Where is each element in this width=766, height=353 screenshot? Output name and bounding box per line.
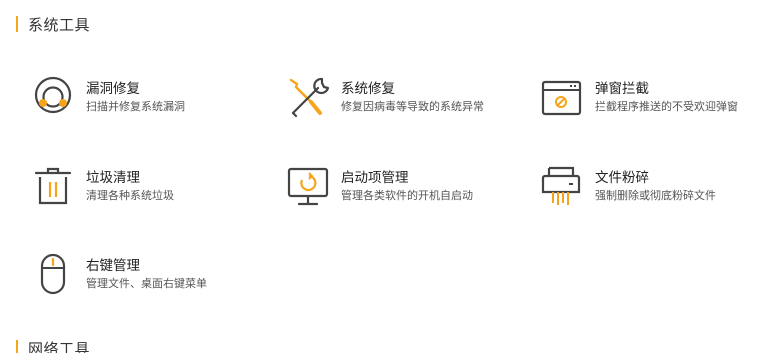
tool-startup-manager[interactable]: 启动项管理 管理各类软件的开机自启动 — [287, 165, 532, 221]
section-network-tools: 网络工具 — [16, 338, 90, 353]
shredder-icon — [541, 165, 587, 211]
mouse-icon — [32, 253, 78, 299]
section-system-tools: 系统工具 — [16, 14, 90, 34]
trash-icon — [32, 165, 78, 211]
wrench-screwdriver-icon — [287, 76, 333, 122]
section-accent-bar — [16, 340, 18, 353]
blocked-window-icon — [541, 76, 587, 122]
tool-vulnerability-fix[interactable]: 漏洞修复 扫描并修复系统漏洞 — [32, 76, 277, 132]
tool-context-menu[interactable]: 右键管理 管理文件、桌面右键菜单 — [32, 253, 277, 309]
tool-system-repair[interactable]: 系统修复 修复因病毒等导致的系统异常 — [287, 76, 532, 132]
bug-icon — [32, 76, 78, 122]
tool-desc: 扫描并修复系统漏洞 — [86, 100, 185, 113]
section-accent-bar — [16, 16, 18, 32]
tool-desc: 管理文件、桌面右键菜单 — [86, 277, 207, 290]
tools-page: 系统工具 漏洞修复 扫描并修复系统漏洞 系统修复 修复因病毒等导致的系统异常 弹… — [0, 0, 766, 353]
section-title: 系统工具 — [28, 15, 91, 34]
tool-desc: 修复因病毒等导致的系统异常 — [341, 100, 484, 113]
startup-monitor-icon — [287, 165, 333, 211]
tool-desc: 清理各种系统垃圾 — [86, 189, 174, 202]
tool-junk-clean[interactable]: 垃圾清理 清理各种系统垃圾 — [32, 165, 277, 221]
tool-file-shredder[interactable]: 文件粉碎 强制删除或彻底粉碎文件 — [541, 165, 766, 221]
tool-name: 文件粉碎 — [595, 170, 649, 186]
tool-name: 启动项管理 — [341, 170, 409, 186]
tool-name: 弹窗拦截 — [595, 81, 649, 97]
tool-desc: 拦截程序推送的不受欢迎弹窗 — [595, 100, 738, 113]
tool-popup-block[interactable]: 弹窗拦截 拦截程序推送的不受欢迎弹窗 — [541, 76, 766, 132]
tool-desc: 管理各类软件的开机自启动 — [341, 189, 473, 202]
tool-name: 垃圾清理 — [86, 170, 140, 186]
section-title: 网络工具 — [28, 339, 91, 353]
tool-desc: 强制删除或彻底粉碎文件 — [595, 189, 716, 202]
tool-name: 右键管理 — [86, 258, 140, 274]
tool-name: 漏洞修复 — [86, 81, 140, 97]
tool-name: 系统修复 — [341, 81, 395, 97]
